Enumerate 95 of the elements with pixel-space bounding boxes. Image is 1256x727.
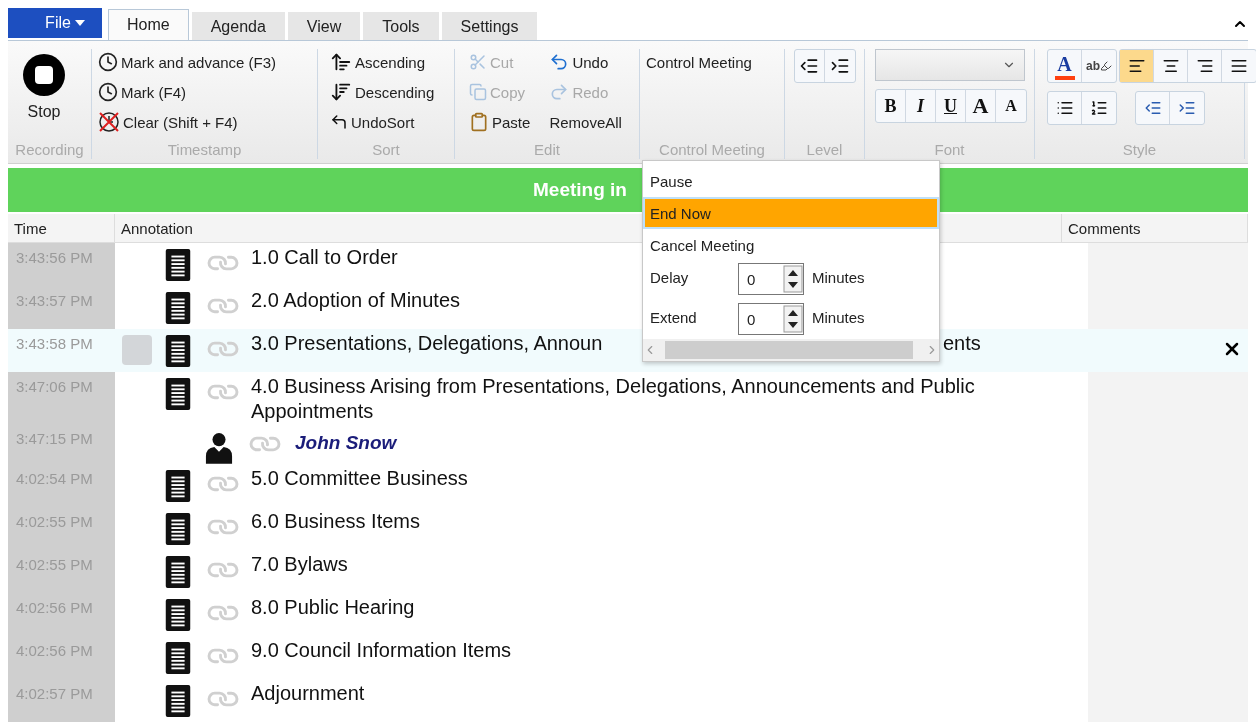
clock-cross-icon (98, 111, 120, 133)
number-spinner[interactable]: 0 (738, 303, 804, 335)
speaker-name: John Snow (295, 431, 397, 455)
ribbon-button[interactable]: Mark (F4) (98, 79, 277, 105)
agenda-item-text: ents (943, 331, 981, 356)
ribbon-button[interactable]: UndoSort (330, 109, 435, 135)
document-icon (165, 335, 191, 367)
control-meeting-button[interactable]: Control Meeting (646, 49, 752, 75)
highlight-button[interactable]: ab (1082, 50, 1116, 82)
align-button[interactable] (1120, 50, 1154, 82)
status-text: Meeting in (533, 179, 627, 201)
group-label: Level (805, 141, 844, 159)
group-label: Sort (371, 141, 401, 159)
agenda-item-text: 7.0 Bylaws (251, 552, 348, 577)
time-cell-text: 3:43:58 PM (15, 334, 94, 354)
numbered-list-icon (1090, 99, 1108, 117)
scissors-icon (469, 53, 487, 71)
agenda-item-text: 6.0 Business Items (251, 509, 420, 534)
group-label: Edit (533, 141, 561, 159)
group-label: Font (933, 141, 966, 159)
ribbon-button[interactable]: RemoveAll (549, 109, 633, 135)
document-icon (165, 378, 191, 410)
undo-arrow-icon (330, 113, 348, 131)
menu-item[interactable]: End Now (643, 197, 939, 229)
ribbon-button[interactable]: Ascending (330, 49, 435, 75)
document-icon (165, 599, 191, 631)
agenda-item-text: 8.0 Public Hearing (251, 595, 415, 620)
clock-icon (98, 52, 118, 72)
grow-font-button[interactable]: A (966, 90, 996, 122)
align-right-icon (1195, 57, 1214, 75)
align-left-icon (1127, 57, 1146, 75)
spin-arrows-icon (783, 265, 803, 293)
agenda-item-text: Adjournment (251, 681, 365, 706)
menu-item[interactable]: Pause (643, 165, 939, 197)
file-menu-button[interactable]: File (8, 8, 102, 38)
row-checkbox[interactable] (122, 335, 152, 365)
bold-button[interactable]: B (876, 90, 906, 122)
align-center-icon (1161, 57, 1180, 75)
align-justify-icon (1230, 57, 1248, 75)
highlighter-icon (1100, 60, 1112, 72)
ribbon-button[interactable]: Paste (469, 109, 542, 135)
agenda-item-text: 3.0 Presentations, Delegations, Announ (251, 331, 603, 356)
document-icon (165, 642, 191, 674)
indent-icon (829, 56, 850, 76)
number-spinner[interactable]: 0 (738, 263, 804, 295)
scrollbar-thumb[interactable] (665, 341, 913, 359)
underline-button[interactable]: U (936, 90, 966, 122)
tab[interactable]: Settings (441, 12, 538, 40)
document-icon (165, 292, 191, 324)
sort-descending-icon (330, 81, 352, 103)
document-icon (165, 685, 191, 717)
font-color-button[interactable]: A (1048, 50, 1082, 82)
outdent-icon (799, 56, 819, 76)
tab[interactable]: Tools (363, 12, 439, 40)
group-label: Control Meeting (658, 141, 766, 159)
agenda-item-text: 4.0 Business Arising from Presentations, Delegations, Announcements and Public Appointments (251, 374, 976, 424)
shrink-font-button[interactable]: A (996, 90, 1026, 122)
agenda-item-text: 5.0 Committee Business (251, 466, 468, 491)
caret-icon (74, 20, 85, 26)
tab[interactable]: Home (108, 9, 189, 40)
sort-ascending-icon (330, 51, 352, 73)
group-label: Timestamp (166, 141, 243, 159)
unit-label: Minutes (812, 268, 865, 286)
outdent-icon (1143, 99, 1162, 117)
ribbon-button[interactable]: Undo (549, 49, 633, 75)
clipboard-icon (469, 112, 489, 132)
indent-icon (1178, 99, 1196, 117)
agenda-item-text: 2.0 Adoption of Minutes (251, 288, 461, 313)
field-label: Extend (650, 308, 698, 326)
agenda-item-text: 1.0 Call to Order (251, 245, 398, 270)
redo-icon (549, 82, 570, 102)
unit-label: Minutes (812, 308, 865, 326)
document-icon (165, 470, 191, 502)
column-header[interactable]: Comments (1062, 214, 1248, 242)
bullet-list-icon (1055, 99, 1074, 117)
field-label: Delay (650, 268, 690, 286)
tab[interactable]: View (287, 12, 361, 40)
document-icon (165, 249, 191, 281)
person-icon (205, 432, 233, 464)
group-label: Recording (14, 141, 85, 159)
document-icon (165, 513, 191, 545)
ribbon-button[interactable]: Mark and advance (F3) (98, 49, 277, 75)
agenda-item-text: 9.0 Council Information Items (251, 638, 512, 663)
clock-icon (98, 82, 118, 102)
italic-button[interactable]: I (906, 90, 936, 122)
stop-icon (22, 53, 66, 97)
tab[interactable]: Agenda (191, 12, 285, 40)
ribbon-button[interactable]: Clear (Shift + F4) (98, 109, 277, 135)
document-icon (165, 556, 191, 588)
group-label: Style (1121, 141, 1158, 159)
copy-icon (469, 83, 487, 101)
stop-button[interactable]: Stop (14, 49, 74, 141)
ribbon-button[interactable]: Descending (330, 79, 435, 105)
column-header[interactable]: Time (8, 214, 115, 242)
spin-arrows-icon (783, 305, 803, 333)
